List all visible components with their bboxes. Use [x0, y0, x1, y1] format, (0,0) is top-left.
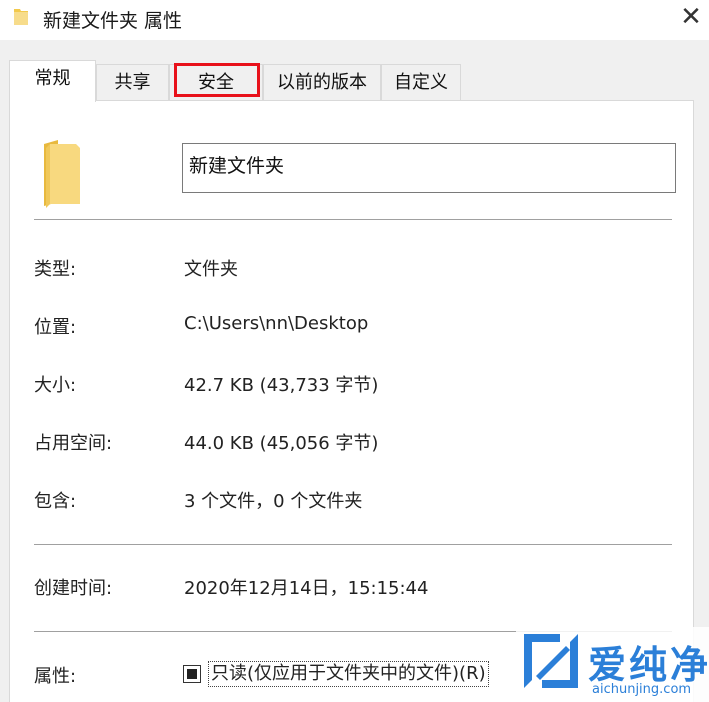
close-button[interactable]: ✕	[676, 2, 706, 32]
readonly-checkbox-label[interactable]: 只读(仅应用于文件夹中的文件)(R)	[208, 661, 489, 687]
separator	[34, 219, 672, 220]
contains-value: 3 个文件，0 个文件夹	[184, 491, 363, 512]
tab-security[interactable]: 安全	[169, 64, 263, 100]
window-title: 新建文件夹 属性	[43, 10, 183, 32]
title-bar: 新建文件夹 属性 ✕	[0, 0, 709, 40]
tab-previous-versions[interactable]: 以前的版本	[263, 64, 381, 100]
watermark-url: aichunjing.com	[592, 682, 692, 697]
readonly-checkbox[interactable]	[183, 665, 201, 683]
watermark-logo-icon	[524, 634, 578, 688]
watermark-text: 爱纯净	[588, 643, 709, 687]
size-on-disk-value: 44.0 KB (45,056 字节)	[184, 433, 379, 454]
tab-sharing[interactable]: 共享	[96, 64, 169, 100]
size-value: 42.7 KB (43,733 字节)	[184, 375, 379, 396]
separator	[34, 544, 672, 545]
checkbox-indeterminate-mark	[187, 669, 197, 679]
attributes-label: 属性:	[34, 666, 77, 687]
folder-name-input[interactable]: 新建文件夹	[182, 143, 676, 193]
contains-label: 包含:	[34, 491, 77, 512]
folder-icon	[14, 9, 28, 25]
type-label: 类型:	[34, 259, 77, 280]
location-label: 位置:	[34, 317, 77, 338]
location-value: C:\Users\nn\Desktop	[184, 313, 369, 334]
folder-large-icon	[44, 140, 80, 208]
created-label: 创建时间:	[34, 578, 113, 599]
size-label: 大小:	[34, 375, 77, 396]
tab-general[interactable]: 常规	[9, 60, 96, 102]
size-on-disk-label: 占用空间:	[34, 433, 113, 454]
type-value: 文件夹	[184, 259, 238, 280]
tab-customize[interactable]: 自定义	[381, 64, 461, 100]
created-value: 2020年12月14日，15:15:44	[184, 578, 429, 599]
